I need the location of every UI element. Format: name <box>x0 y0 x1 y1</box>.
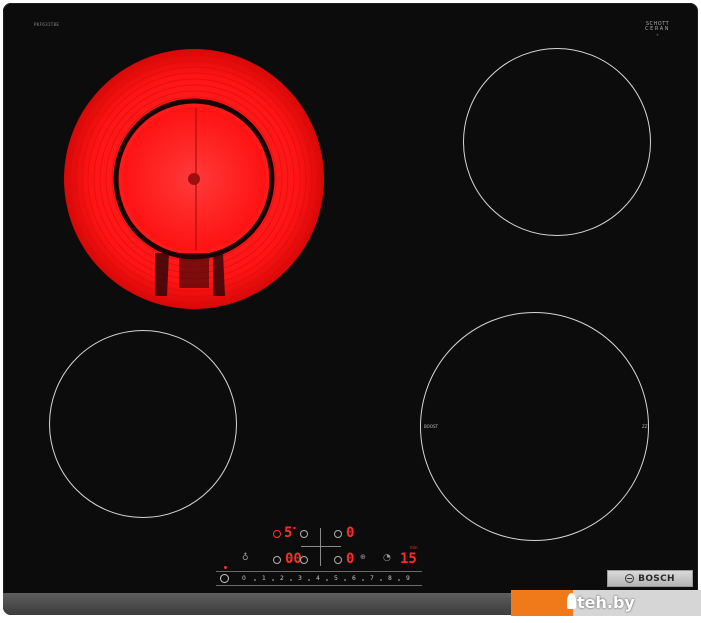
watermark-text: teh.by <box>577 593 635 612</box>
zone-extension-label: ZZ <box>642 424 648 429</box>
schott-logo-line3: ® <box>656 33 660 37</box>
slider-step-dot <box>380 579 382 581</box>
watermark-logo-icon <box>567 593 576 609</box>
zone-select-icon[interactable] <box>273 530 281 538</box>
slider-value[interactable]: 5 <box>334 575 338 582</box>
cooking-zone-rear-right <box>463 48 651 236</box>
child-lock-icon[interactable]: ♁ <box>242 554 249 563</box>
main-power-button-icon[interactable] <box>220 574 229 583</box>
watermark-orange-band <box>511 590 573 616</box>
slider-step-dot <box>254 579 256 581</box>
coil-connector <box>179 253 209 288</box>
slider-step-dot <box>398 579 400 581</box>
power-icon[interactable] <box>273 556 281 564</box>
main-power-indicator <box>224 566 227 569</box>
dual-zone-icon[interactable]: ⊕ <box>360 554 366 561</box>
slider-step-dot <box>272 579 274 581</box>
zone-divider-horizontal <box>301 546 341 547</box>
zone-select-icon[interactable] <box>334 556 342 564</box>
slider-step-dot <box>308 579 310 581</box>
cooking-zone-front-right <box>420 312 649 541</box>
slider-value[interactable]: 7 <box>370 575 374 582</box>
slider-step-dot <box>290 579 292 581</box>
power-slider[interactable]: 0 1 2 3 4 5 6 7 8 9 <box>216 571 422 586</box>
schott-logo-line2: CERAN <box>645 26 671 32</box>
timer-unit: min <box>410 545 418 550</box>
zone-select-icon[interactable] <box>300 556 308 564</box>
slider-value[interactable]: 8 <box>388 575 392 582</box>
timer-display: 15 <box>400 551 417 567</box>
boost-label: BOOST <box>424 424 438 429</box>
cooking-zone-front-left <box>49 330 237 518</box>
power-level-indicator-small: ▪ <box>293 525 296 530</box>
brand-name: BOSCH <box>638 573 675 584</box>
power-level-display-front-right: 0 <box>346 551 355 567</box>
slider-value[interactable]: 1 <box>262 575 266 582</box>
schott-ceran-logo: SCHOTT CERAN ® <box>645 22 670 37</box>
slider-value[interactable]: 2 <box>280 575 284 582</box>
slider-value[interactable]: 4 <box>316 575 320 582</box>
zone-select-icon[interactable] <box>334 530 342 538</box>
model-code: PKF631T8E <box>34 22 60 27</box>
zone-divider-vertical <box>320 528 321 566</box>
zone-sensor <box>188 173 200 185</box>
zone-select-icon[interactable] <box>300 530 308 538</box>
bosch-logo-icon <box>625 574 635 583</box>
slider-step-dot <box>344 579 346 581</box>
slider-step-dot <box>326 579 328 581</box>
slider-value[interactable]: 6 <box>352 575 356 582</box>
timer-icon[interactable]: ◔ <box>383 554 391 563</box>
slider-value[interactable]: 9 <box>406 575 410 582</box>
slider-value[interactable]: 3 <box>298 575 302 582</box>
power-level-display-rear-right: 0 <box>346 525 355 541</box>
power-level-display-rear-left: 5 <box>284 525 293 541</box>
slider-step-dot <box>362 579 364 581</box>
store-watermark: teh.by <box>511 590 701 616</box>
slider-value[interactable]: 0 <box>242 575 246 582</box>
hot-cooking-zone <box>64 49 324 309</box>
bosch-brand-badge: BOSCH <box>607 570 693 587</box>
